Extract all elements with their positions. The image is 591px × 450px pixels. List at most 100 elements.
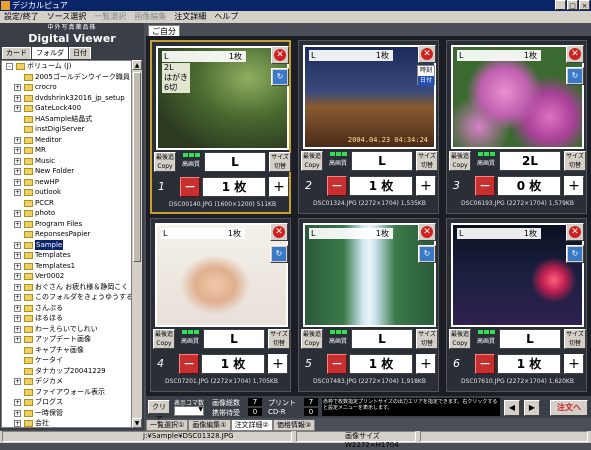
tree-item[interactable]: + さんぷる xyxy=(2,303,131,314)
copy-button[interactable]: 最後追 Copy xyxy=(301,151,323,171)
photo-frame[interactable]: L 1枚 ✕ ↻ xyxy=(303,223,436,327)
increase-button[interactable]: + xyxy=(564,354,584,374)
decrease-button[interactable]: − xyxy=(327,176,347,196)
expand-icon[interactable]: + xyxy=(14,84,21,91)
prev-page-button[interactable]: ◀ xyxy=(504,400,520,416)
minimize-button[interactable]: _ xyxy=(555,0,566,10)
quantity-display[interactable]: 1 枚 xyxy=(497,354,561,374)
photo-frame[interactable]: L 1枚 2L はがき 6切 ✕ ↻ xyxy=(156,46,289,150)
tree-item[interactable]: + New Folder xyxy=(2,166,131,177)
decrease-button[interactable]: − xyxy=(475,176,495,196)
left-tab-0[interactable]: カード xyxy=(2,47,31,59)
copy-button[interactable]: 最後追 Copy xyxy=(153,329,175,349)
bottom-tab-1[interactable]: 画像編集① xyxy=(188,420,231,431)
print-size-display[interactable]: L xyxy=(351,329,413,349)
decrease-button[interactable]: − xyxy=(179,354,199,374)
tree-item[interactable]: ReponsesPapier xyxy=(2,229,131,240)
copy-button[interactable]: 最後追 Copy xyxy=(154,152,176,172)
order-button[interactable]: 注文へ xyxy=(550,400,588,416)
tree-item[interactable]: + GateLock400 xyxy=(2,103,131,114)
decrease-button[interactable]: − xyxy=(327,354,347,374)
expand-icon[interactable]: + xyxy=(14,220,21,228)
collapse-icon[interactable]: - xyxy=(6,63,13,70)
photo-thumbnail[interactable] xyxy=(453,225,582,325)
delete-button[interactable]: ✕ xyxy=(566,45,584,63)
tree-item[interactable]: + Program Files xyxy=(2,219,131,230)
print-size-display[interactable]: 2L xyxy=(499,151,561,171)
tree-item[interactable]: + photo xyxy=(2,208,131,219)
folder-tree[interactable]: - ボリューム (J) 2005ゴールデンウイーク職員 + crocro + dvdshri… xyxy=(1,60,132,428)
clear-button[interactable]: クリア xyxy=(148,400,170,423)
tree-item[interactable]: ファイアウォール表示 xyxy=(2,387,131,398)
menu-item-5[interactable]: ヘルプ xyxy=(210,11,242,23)
maximize-button[interactable]: □ xyxy=(567,0,578,10)
decrease-button[interactable]: − xyxy=(475,354,495,374)
expand-icon[interactable]: + xyxy=(14,157,21,165)
rotate-button[interactable]: ↻ xyxy=(270,245,288,263)
tree-item[interactable]: タナカップ20041229 xyxy=(2,366,131,377)
quantity-display[interactable]: 0 枚 xyxy=(497,176,561,196)
photo-thumbnail[interactable] xyxy=(305,225,434,325)
print-size-display[interactable]: L xyxy=(203,329,265,349)
photo-frame[interactable]: L 1枚 ✕ ↻ xyxy=(451,223,584,327)
print-size-display[interactable]: L xyxy=(204,152,266,172)
expand-icon[interactable]: + xyxy=(14,294,21,301)
delete-button[interactable]: ✕ xyxy=(418,223,436,241)
expand-icon[interactable]: + xyxy=(14,378,21,385)
expand-icon[interactable]: + xyxy=(14,336,21,343)
increase-button[interactable]: + xyxy=(268,354,288,374)
tree-item[interactable]: + 会社 xyxy=(2,418,131,427)
expand-icon[interactable]: + xyxy=(14,252,21,259)
expand-icon[interactable]: + xyxy=(14,273,21,280)
expand-icon[interactable]: + xyxy=(14,409,21,417)
tree-item[interactable]: + MR xyxy=(2,145,131,156)
photo-thumbnail[interactable]: 2004.04.23 04:34:24 xyxy=(305,47,434,147)
expand-icon[interactable]: + xyxy=(14,420,21,427)
bottom-tab-3[interactable]: 価格情報③ xyxy=(272,420,316,431)
tree-item[interactable]: + crocro xyxy=(2,82,131,93)
tree-item[interactable]: + Ver0002 xyxy=(2,271,131,282)
tree-item[interactable]: + Music xyxy=(2,156,131,167)
expand-icon[interactable]: + xyxy=(14,147,21,154)
size-switch-button[interactable]: サイズ 切替 xyxy=(564,151,586,171)
delete-button[interactable]: ✕ xyxy=(566,223,584,241)
photo-frame[interactable]: 2004.04.23 04:34:24 L 1枚 ✕ 時刻 日付 xyxy=(303,45,436,149)
scroll-thumb[interactable] xyxy=(133,72,141,262)
expand-icon[interactable]: + xyxy=(14,136,21,144)
increase-button[interactable]: + xyxy=(269,177,289,197)
tree-item[interactable]: + ブログス xyxy=(2,397,131,408)
tree-item[interactable]: + Templates1 xyxy=(2,261,131,272)
expand-icon[interactable]: + xyxy=(14,283,21,291)
tree-item[interactable]: + Meditor xyxy=(2,135,131,146)
rotate-button[interactable]: ↻ xyxy=(566,245,584,263)
scroll-down-arrow[interactable]: ▼ xyxy=(132,418,142,428)
size-switch-button[interactable]: サイズ 切替 xyxy=(416,329,438,349)
tree-item[interactable]: + Templates xyxy=(2,250,131,261)
expand-icon[interactable]: + xyxy=(14,210,21,217)
photo-frame[interactable]: L 1枚 ✕ ↻ xyxy=(155,223,288,327)
photo-thumbnail[interactable] xyxy=(453,47,582,147)
photo-thumbnail[interactable] xyxy=(157,225,286,325)
decrease-button[interactable]: − xyxy=(180,177,200,197)
tree-item[interactable]: instDigiServer xyxy=(2,124,131,135)
menu-item-0[interactable]: 設定/終了 xyxy=(0,11,43,23)
tree-item[interactable]: + アップデート画像 xyxy=(2,334,131,345)
menu-item-2[interactable]: 一覧選択 xyxy=(90,11,130,23)
rotate-button[interactable]: ↻ xyxy=(418,245,436,263)
page-count-select[interactable] xyxy=(174,406,204,416)
menu-item-1[interactable]: ソース選択 xyxy=(43,11,91,23)
scroll-up-arrow[interactable]: ▲ xyxy=(132,60,142,70)
quantity-display[interactable]: 1 枚 xyxy=(349,354,413,374)
tree-item[interactable]: 2005ゴールデンウイーク職員 xyxy=(2,72,131,83)
print-size-display[interactable]: L xyxy=(351,151,413,171)
bottom-tab-2[interactable]: 注文詳細② xyxy=(230,420,273,431)
tree-item[interactable]: + outlook xyxy=(2,187,131,198)
photo-frame[interactable]: L 1枚 ✕ ↻ xyxy=(451,45,584,149)
tree-item[interactable]: ケータイ xyxy=(2,355,131,366)
tree-item[interactable]: + わーえらいでしれい xyxy=(2,324,131,335)
photo-cell[interactable]: L 1枚 ✕ ↻ 最後追 Copy 高画質 2L サイズ 切替 3 − 0 枚 + D… xyxy=(446,40,587,214)
next-page-button[interactable]: ▶ xyxy=(524,400,540,416)
print-size-display[interactable]: L xyxy=(499,329,561,349)
rotate-button[interactable]: ↻ xyxy=(566,67,584,85)
expand-icon[interactable]: + xyxy=(14,178,21,186)
